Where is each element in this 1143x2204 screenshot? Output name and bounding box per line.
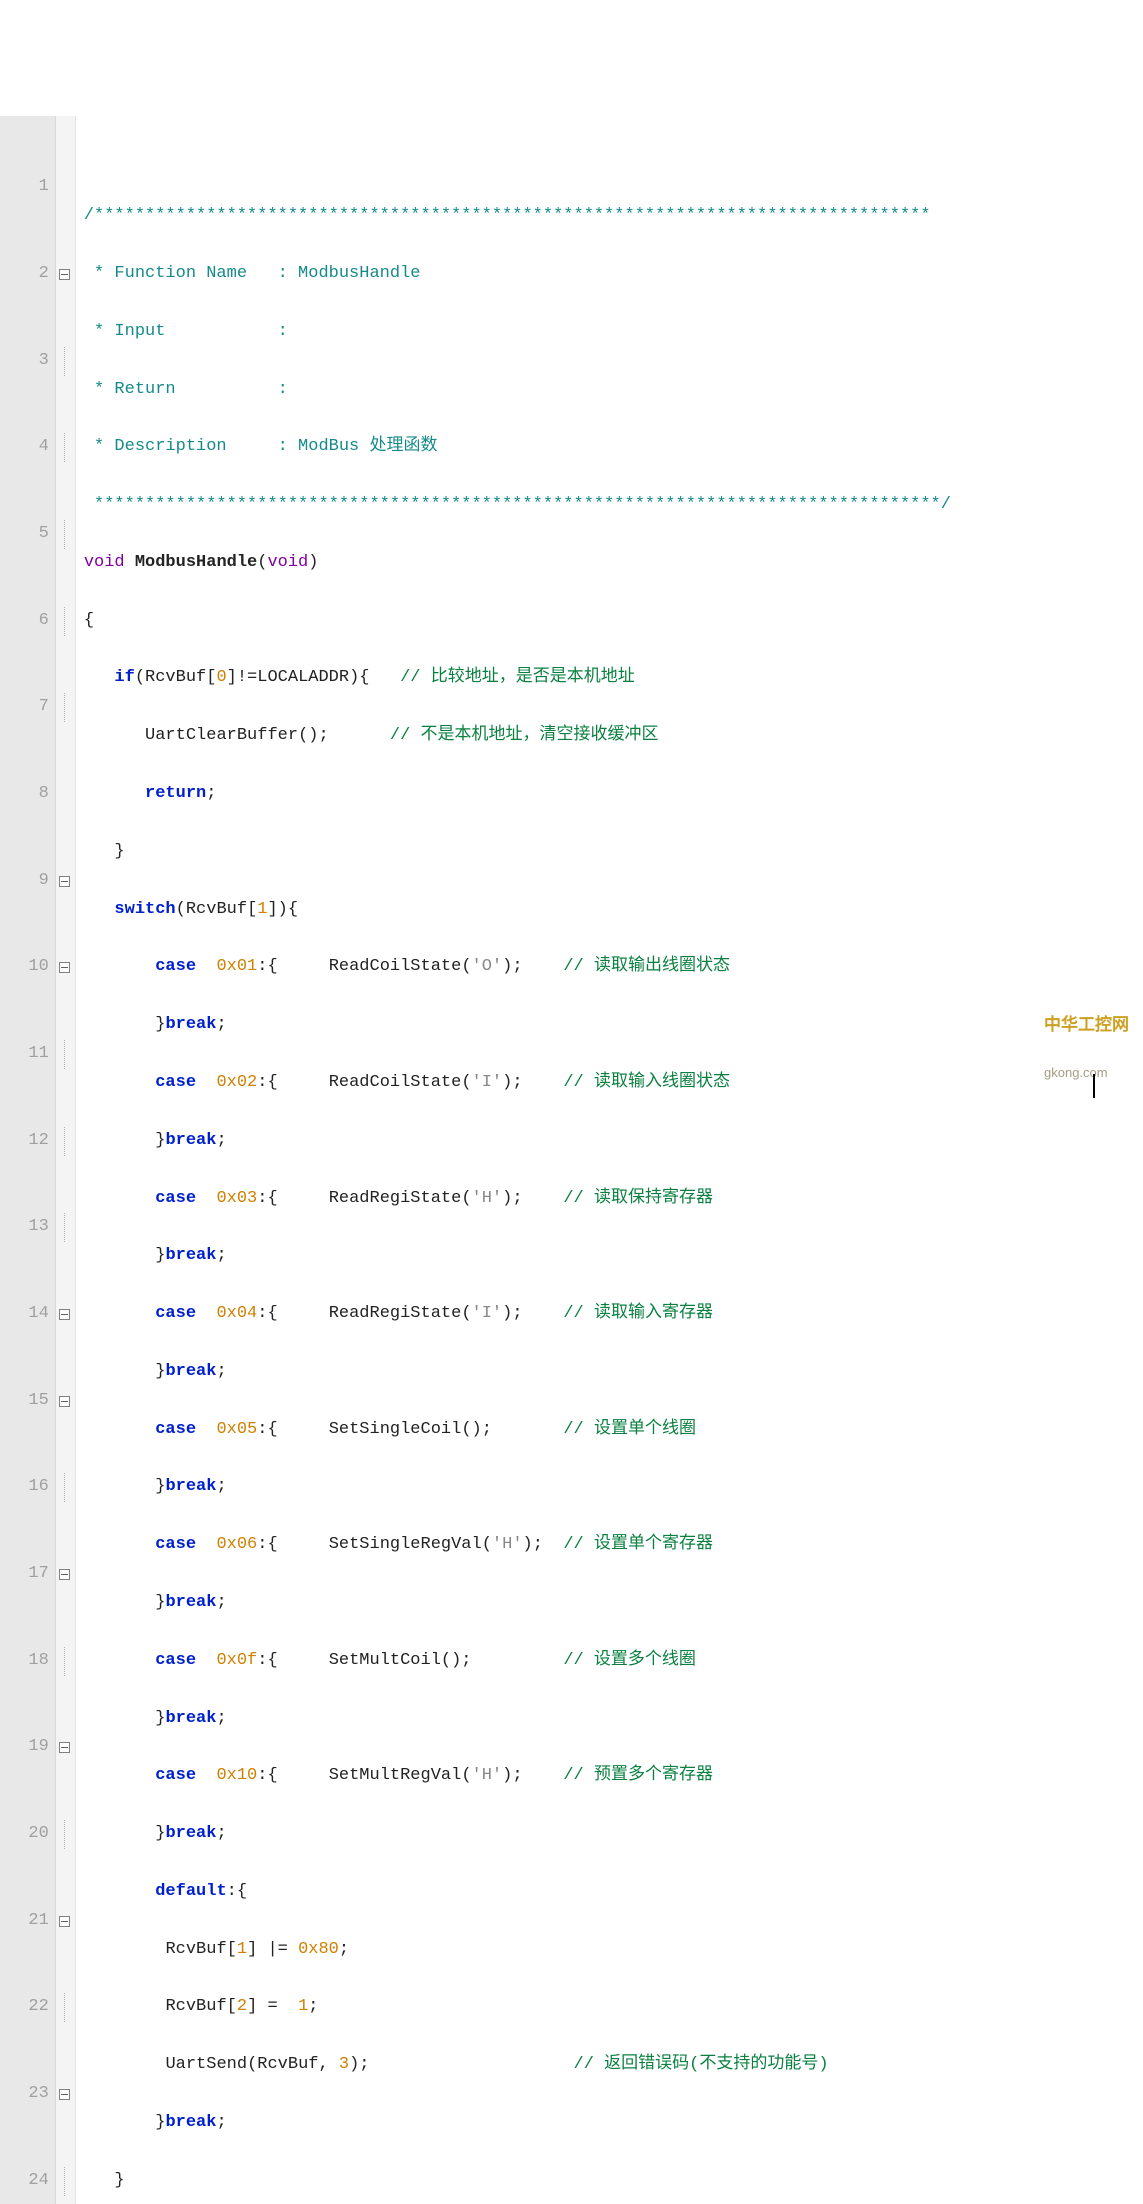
watermark-en: gkong.com [1044, 1065, 1108, 1080]
code-editor: 1 2 3 4 5 6 7 8 9 10 11 12 13 14 15 16 1… [0, 116, 1143, 2204]
fold-toggle[interactable] [59, 1742, 70, 1753]
line-number: 13 [8, 1213, 49, 1242]
watermark: 中华工控网 gkong.com [1037, 989, 1129, 1084]
code-line: } [84, 2167, 1143, 2196]
code-line: * Description : ModBus 处理函数 [84, 433, 1143, 462]
fold-toggle[interactable] [59, 1916, 70, 1927]
line-number: 9 [8, 867, 49, 896]
code-line: case 0x03:{ ReadRegiState('H'); // 读取保持寄… [84, 1185, 1143, 1214]
code-line: case 0x06:{ SetSingleRegVal('H'); // 设置单… [84, 1531, 1143, 1560]
code-line: RcvBuf[2] = 1; [84, 1993, 1143, 2022]
fold-toggle[interactable] [59, 1569, 70, 1580]
code-line: * Return : [84, 376, 1143, 405]
code-line: switch(RcvBuf[1]){ [84, 896, 1143, 925]
line-number: 7 [8, 693, 49, 722]
code-line: case 0x0f:{ SetMultCoil(); // 设置多个线圈 [84, 1647, 1143, 1676]
code-line: UartClearBuffer(); // 不是本机地址，清空接收缓冲区 [84, 722, 1143, 751]
line-number: 12 [8, 1127, 49, 1156]
line-number: 1 [8, 173, 49, 202]
code-line: * Input : [84, 318, 1143, 347]
line-number: 24 [8, 2167, 49, 2196]
code-line: void ModbusHandle(void) [84, 549, 1143, 578]
code-line: { [84, 607, 1143, 636]
text-caret [1093, 1074, 1095, 1098]
line-number: 21 [8, 1907, 49, 1936]
line-number: 15 [8, 1387, 49, 1416]
line-number: 16 [8, 1473, 49, 1502]
code-line: if(RcvBuf[0]!=LOCALADDR){ // 比较地址，是否是本机地… [84, 664, 1143, 693]
watermark-cn: 中华工控网 [1044, 1015, 1129, 1034]
code-line: RcvBuf[1] |= 0x80; [84, 1936, 1143, 1965]
line-number: 8 [8, 780, 49, 809]
line-number-gutter: 1 2 3 4 5 6 7 8 9 10 11 12 13 14 15 16 1… [0, 116, 56, 2204]
code-line: return; [84, 780, 1143, 809]
line-number: 10 [8, 953, 49, 982]
code-line: }break; [84, 1705, 1143, 1734]
code-line: default:{ [84, 1878, 1143, 1907]
code-line: case 0x10:{ SetMultRegVal('H'); // 预置多个寄… [84, 1762, 1143, 1791]
line-number: 4 [8, 433, 49, 462]
code-line: }break; [84, 1011, 1143, 1040]
fold-toggle[interactable] [59, 269, 70, 280]
code-line: case 0x05:{ SetSingleCoil(); // 设置单个线圈 [84, 1416, 1143, 1445]
line-number: 18 [8, 1647, 49, 1676]
line-number: 11 [8, 1040, 49, 1069]
code-line: case 0x01:{ ReadCoilState('O'); // 读取输出线… [84, 953, 1143, 982]
line-number: 20 [8, 1820, 49, 1849]
code-line: }break; [84, 1589, 1143, 1618]
line-number: 14 [8, 1300, 49, 1329]
code-area[interactable]: /***************************************… [76, 116, 1143, 2204]
code-line: case 0x04:{ ReadRegiState('I'); // 读取输入寄… [84, 1300, 1143, 1329]
fold-toggle[interactable] [59, 1309, 70, 1320]
fold-toggle[interactable] [59, 962, 70, 973]
line-number: 17 [8, 1560, 49, 1589]
code-line: }break; [84, 2109, 1143, 2138]
code-line [84, 144, 1143, 173]
line-number: 3 [8, 347, 49, 376]
code-line: } [84, 838, 1143, 867]
code-line: }break; [84, 1473, 1143, 1502]
line-number: 6 [8, 607, 49, 636]
code-line: * Function Name : ModbusHandle [84, 260, 1143, 289]
code-line: }break; [84, 1358, 1143, 1387]
line-number: 23 [8, 2080, 49, 2109]
fold-toggle[interactable] [59, 2089, 70, 2100]
code-line: /***************************************… [84, 202, 1143, 231]
line-number: 19 [8, 1733, 49, 1762]
fold-toggle[interactable] [59, 1396, 70, 1407]
code-line: }break; [84, 1242, 1143, 1271]
code-line: case 0x02:{ ReadCoilState('I'); // 读取输入线… [84, 1069, 1143, 1098]
code-line: ****************************************… [84, 491, 1143, 520]
line-number: 22 [8, 1993, 49, 2022]
code-line: }break; [84, 1820, 1143, 1849]
code-line: UartSend(RcvBuf, 3); // 返回错误码(不支持的功能号) [84, 2051, 1143, 2080]
fold-column [56, 116, 76, 2204]
line-number: 5 [8, 520, 49, 549]
fold-toggle[interactable] [59, 876, 70, 887]
line-number: 2 [8, 260, 49, 289]
code-line: }break; [84, 1127, 1143, 1156]
